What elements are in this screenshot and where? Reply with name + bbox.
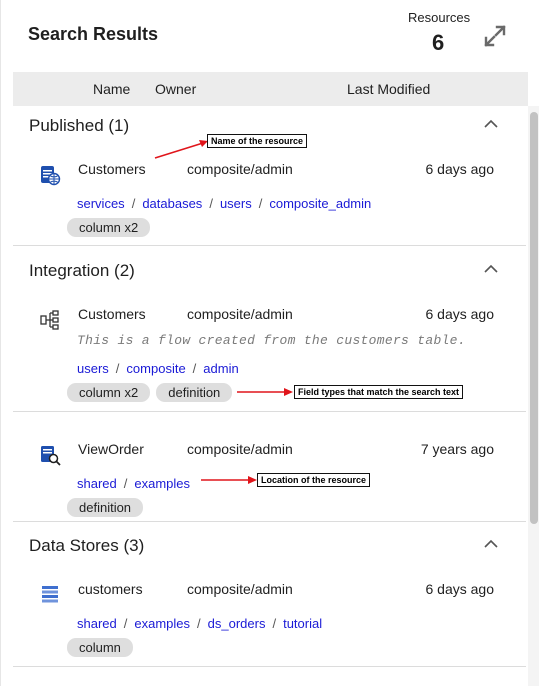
field-type-tag[interactable]: definition	[67, 498, 144, 517]
callout-arrow-fields	[237, 388, 293, 396]
list-item[interactable]: customers composite/admin 6 days ago sha…	[13, 576, 526, 666]
path-link[interactable]: databases	[142, 196, 202, 211]
resource-name[interactable]: customers	[78, 581, 143, 597]
callout-arrow-location	[201, 476, 257, 484]
list-item[interactable]: Customers composite/admin 6 days ago ser…	[13, 156, 526, 246]
tag-list: column x2	[67, 218, 151, 237]
resource-modified: 6 days ago	[425, 581, 495, 597]
resource-modified: 7 years ago	[420, 441, 494, 457]
path-link[interactable]: examples	[134, 616, 190, 631]
resource-name[interactable]: Customers	[78, 306, 146, 322]
resource-owner: composite/admin	[187, 441, 293, 457]
field-type-tag[interactable]: column	[67, 638, 133, 657]
resources-label: Resources	[408, 10, 471, 25]
tag-list: definition	[67, 498, 144, 517]
resource-name[interactable]: ViewOrder	[78, 441, 144, 457]
divider	[13, 245, 526, 246]
database-globe-icon	[41, 166, 61, 186]
resource-modified: 6 days ago	[425, 161, 495, 177]
flow-icon	[40, 310, 59, 330]
resource-owner: composite/admin	[187, 581, 293, 597]
field-type-tag[interactable]: column x2	[67, 218, 151, 237]
section-title-published: Published (1)	[29, 116, 130, 135]
path-link[interactable]: examples	[134, 476, 190, 491]
callout-location: Location of the resource	[257, 473, 371, 487]
column-header-owner[interactable]: Owner	[155, 81, 196, 97]
path-link[interactable]: ds_orders	[208, 616, 266, 631]
resource-modified: 6 days ago	[425, 306, 495, 322]
callout-name-of-resource: Name of the resource	[207, 134, 308, 148]
resources-count: 6	[432, 30, 445, 55]
path-link[interactable]: shared	[77, 476, 117, 491]
path-link[interactable]: users	[220, 196, 252, 211]
resource-description: This is a flow created from the customer…	[77, 333, 466, 348]
section-title-data-stores: Data Stores (3)	[29, 536, 145, 555]
search-results-panel: Search Results Resources 6 Name Owner La…	[0, 0, 539, 686]
resource-name[interactable]: Customers	[78, 161, 146, 177]
data-store-icon	[42, 586, 58, 603]
resource-owner: composite/admin	[187, 306, 293, 322]
column-header-last-modified[interactable]: Last Modified	[347, 81, 430, 97]
scrollbar-thumb[interactable]	[530, 112, 538, 524]
breadcrumb: shared / examples	[77, 476, 191, 491]
breadcrumb: users / composite / admin	[77, 361, 239, 376]
path-link[interactable]: tutorial	[283, 616, 322, 631]
chevron-up-icon[interactable]	[483, 538, 499, 550]
column-header-row: Name Owner Last Modified	[13, 72, 528, 106]
breadcrumb: shared / examples / ds_orders / tutorial	[77, 616, 323, 631]
column-header-name[interactable]: Name	[93, 81, 130, 97]
field-type-tag[interactable]: definition	[156, 383, 233, 402]
resource-owner: composite/admin	[187, 161, 293, 177]
divider	[13, 411, 526, 412]
chevron-up-icon[interactable]	[483, 118, 499, 130]
tag-list: column x2 definition	[67, 383, 233, 402]
panel-header: Search Results Resources 6	[1, 0, 539, 72]
path-link[interactable]: users	[77, 361, 109, 376]
chevron-up-icon[interactable]	[483, 263, 499, 275]
page-title: Search Results	[28, 24, 159, 44]
path-link[interactable]: admin	[203, 361, 238, 376]
path-link[interactable]: composite	[126, 361, 185, 376]
divider	[13, 521, 526, 522]
path-link[interactable]: composite_admin	[269, 196, 371, 211]
callout-field-types: Field types that match the search text	[294, 385, 464, 399]
divider	[13, 666, 526, 667]
section-title-integration: Integration (2)	[29, 261, 135, 280]
callout-arrow-name	[154, 140, 208, 159]
path-link[interactable]: services	[77, 196, 125, 211]
breadcrumb: services / databases / users / composite_admin	[77, 196, 372, 211]
expand-icon[interactable]	[483, 24, 507, 48]
view-search-icon	[41, 446, 61, 466]
tag-list: column	[67, 638, 133, 657]
field-type-tag[interactable]: column x2	[67, 383, 151, 402]
path-link[interactable]: shared	[77, 616, 117, 631]
